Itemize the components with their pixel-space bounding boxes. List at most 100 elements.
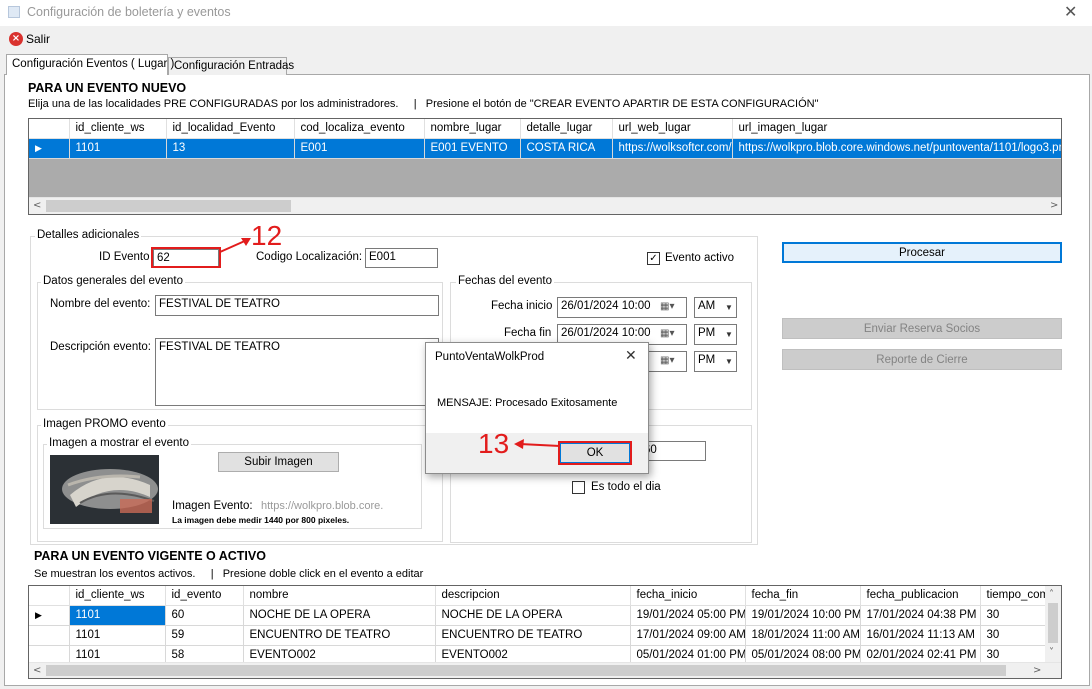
dialog-title: PuntoVentaWolkProd	[435, 351, 545, 363]
cell[interactable]: E001 EVENTO	[424, 138, 521, 159]
column-header[interactable]: id_cliente_ws	[69, 119, 167, 139]
cell[interactable]: ENCUENTRO DE TEATRO	[435, 625, 631, 646]
column-header[interactable]: fecha_publicacion	[860, 586, 981, 606]
tab-configuracion-eventos[interactable]: Configuración Eventos ( Lugar )	[6, 54, 174, 75]
cell[interactable]: 1101	[69, 138, 167, 159]
cell[interactable]: 17/01/2024 04:38 PM	[860, 605, 981, 626]
horizontal-scrollbar[interactable]: < >	[29, 662, 1061, 678]
codigo-localizacion-input[interactable]: E001	[365, 248, 438, 268]
cell[interactable]: COSTA RICA	[520, 138, 613, 159]
active-events-grid[interactable]: id_cliente_ws id_evento nombre descripci…	[28, 585, 1062, 679]
fecha-fin-ampm-select[interactable]: PM ▼	[694, 324, 737, 345]
enviar-reserva-button[interactable]: Enviar Reserva Socios	[782, 318, 1062, 339]
column-header[interactable]: id_evento	[165, 586, 244, 606]
cell[interactable]: 1101	[69, 605, 166, 626]
tab-configuracion-entradas[interactable]: Configuración Entradas	[168, 57, 294, 75]
cell[interactable]: ENCUENTRO DE TEATRO	[243, 625, 436, 646]
cell[interactable]: E001	[294, 138, 425, 159]
column-header[interactable]: nombre_lugar	[424, 119, 521, 139]
subir-imagen-button[interactable]: Subir Imagen	[218, 452, 339, 472]
cell[interactable]: 16/01/2024 11:13 AM	[860, 625, 981, 646]
exit-icon[interactable]: ×	[9, 32, 23, 46]
table-row[interactable]: 1101 59 ENCUENTRO DE TEATRO ENCUENTRO DE…	[29, 625, 1061, 646]
calendar-icon[interactable]: ▦▾	[660, 328, 674, 339]
localidades-grid[interactable]: id_cliente_ws id_localidad_Evento cod_lo…	[28, 118, 1062, 215]
dialog-close-icon[interactable]: ✕	[625, 348, 637, 364]
ampm-value: PM	[698, 354, 716, 366]
new-event-heading: PARA UN EVENTO NUEVO	[28, 81, 187, 95]
image-size-note: La imagen debe medir 1440 por 800 pixele…	[172, 515, 350, 525]
scroll-thumb[interactable]	[46, 665, 1006, 676]
todo-dia-label: Es todo el dia	[591, 481, 661, 493]
nombre-evento-input[interactable]: FESTIVAL DE TEATRO	[155, 295, 439, 316]
cell[interactable]: 60	[165, 605, 244, 626]
fecha-inicio-value: 26/01/2024 10:00	[561, 300, 651, 312]
cell[interactable]: 19/01/2024 10:00 PM	[745, 605, 861, 626]
column-header[interactable]: id_cliente_ws	[69, 586, 166, 606]
scroll-right-icon[interactable]: >	[1050, 200, 1058, 211]
cell[interactable]: 17/01/2024 09:00 AM	[630, 625, 746, 646]
scroll-left-icon[interactable]: <	[33, 665, 41, 676]
column-header[interactable]: fecha_inicio	[630, 586, 746, 606]
calendar-icon[interactable]: ▦▾	[660, 355, 674, 366]
row-indicator-icon: ▶	[29, 138, 70, 159]
column-header[interactable]: id_localidad_Evento	[166, 119, 295, 139]
calendar-icon[interactable]: ▦▾	[660, 301, 674, 312]
dropdown-arrow-icon[interactable]: ▼	[725, 330, 733, 339]
cell[interactable]: 59	[165, 625, 244, 646]
detalles-group-label: Detalles adicionales	[35, 229, 142, 241]
scroll-down-icon[interactable]: ˅	[1049, 647, 1054, 658]
salir-menu-item[interactable]: Salir	[26, 32, 50, 46]
cell[interactable]: https://wolksoftcr.com/	[612, 138, 733, 159]
column-header[interactable]: url_imagen_lugar	[732, 119, 1061, 139]
column-header[interactable]: fecha_fin	[745, 586, 861, 606]
table-row[interactable]: ▶ 1101 60 NOCHE DE LA OPERA NOCHE DE LA …	[29, 605, 1061, 626]
cell[interactable]: 13	[166, 138, 295, 159]
tiempo-input[interactable]: 60	[640, 441, 706, 461]
column-header[interactable]: url_web_lugar	[612, 119, 733, 139]
imagen-inner-label: Imagen a mostrar el evento	[47, 437, 191, 449]
horizontal-scrollbar[interactable]: < >	[29, 197, 1061, 214]
descripcion-evento-textarea[interactable]: FESTIVAL DE TEATRO	[155, 338, 439, 406]
cell[interactable]: 18/01/2024 11:00 AM	[745, 625, 861, 646]
column-header[interactable]: detalle_lugar	[520, 119, 613, 139]
fecha-inicio-picker[interactable]: 26/01/2024 10:00 ▦▾	[557, 297, 687, 318]
fecha-fin-value: 26/01/2024 10:00	[561, 327, 651, 339]
fecha-publicacion-ampm-select[interactable]: PM ▼	[694, 351, 737, 372]
scroll-right-icon[interactable]: >	[1033, 665, 1041, 676]
cell[interactable]: 19/01/2024 05:00 PM	[630, 605, 746, 626]
todo-dia-checkbox[interactable]	[572, 481, 585, 494]
scroll-thumb[interactable]	[46, 200, 291, 212]
cell[interactable]: 1101	[69, 625, 166, 646]
dropdown-arrow-icon[interactable]: ▼	[725, 303, 733, 312]
annotation-box-12	[151, 247, 221, 268]
scroll-thumb[interactable]	[1048, 603, 1058, 643]
scroll-left-icon[interactable]: <	[33, 200, 41, 211]
evento-activo-checkbox[interactable]: ✓	[647, 252, 660, 265]
cell[interactable]: https://wolkpro.blob.core.windows.net/pu…	[732, 138, 1061, 159]
active-events-heading: PARA UN EVENTO VIGENTE O ACTIVO	[34, 549, 266, 563]
procesar-button[interactable]: Procesar	[782, 242, 1062, 263]
datos-generales-label: Datos generales del evento	[41, 275, 186, 287]
reporte-cierre-button[interactable]: Reporte de Cierre	[782, 349, 1062, 370]
dropdown-arrow-icon[interactable]: ▼	[725, 357, 733, 366]
column-header[interactable]: descripcion	[435, 586, 631, 606]
vertical-scrollbar[interactable]: ˄ ˅	[1045, 586, 1061, 662]
annotation-step-13: 13	[478, 428, 510, 459]
window-title: Configuración de boletería y eventos	[27, 5, 231, 19]
cell[interactable]: NOCHE DE LA OPERA	[243, 605, 436, 626]
window-close-icon[interactable]: ✕	[1064, 2, 1077, 21]
cell[interactable]: NOCHE DE LA OPERA	[435, 605, 631, 626]
column-header[interactable]: cod_localiza_evento	[294, 119, 425, 139]
column-header[interactable]: nombre	[243, 586, 436, 606]
scroll-up-icon[interactable]: ˄	[1049, 589, 1054, 600]
codigo-localizacion-label: Codigo Localización:	[256, 251, 363, 263]
fecha-inicio-label: Fecha inicio	[491, 300, 553, 312]
fecha-inicio-ampm-select[interactable]: AM ▼	[694, 297, 737, 318]
active-events-instructions: Se muestran los eventos activos. | Presi…	[34, 568, 424, 580]
ampm-value: PM	[698, 327, 716, 339]
table-row[interactable]: ▶ 1101 13 E001 E001 EVENTO COSTA RICA ht…	[29, 138, 1061, 159]
ticket-image	[50, 455, 159, 524]
nombre-evento-label: Nombre del evento:	[50, 298, 151, 310]
app-icon	[8, 6, 20, 18]
